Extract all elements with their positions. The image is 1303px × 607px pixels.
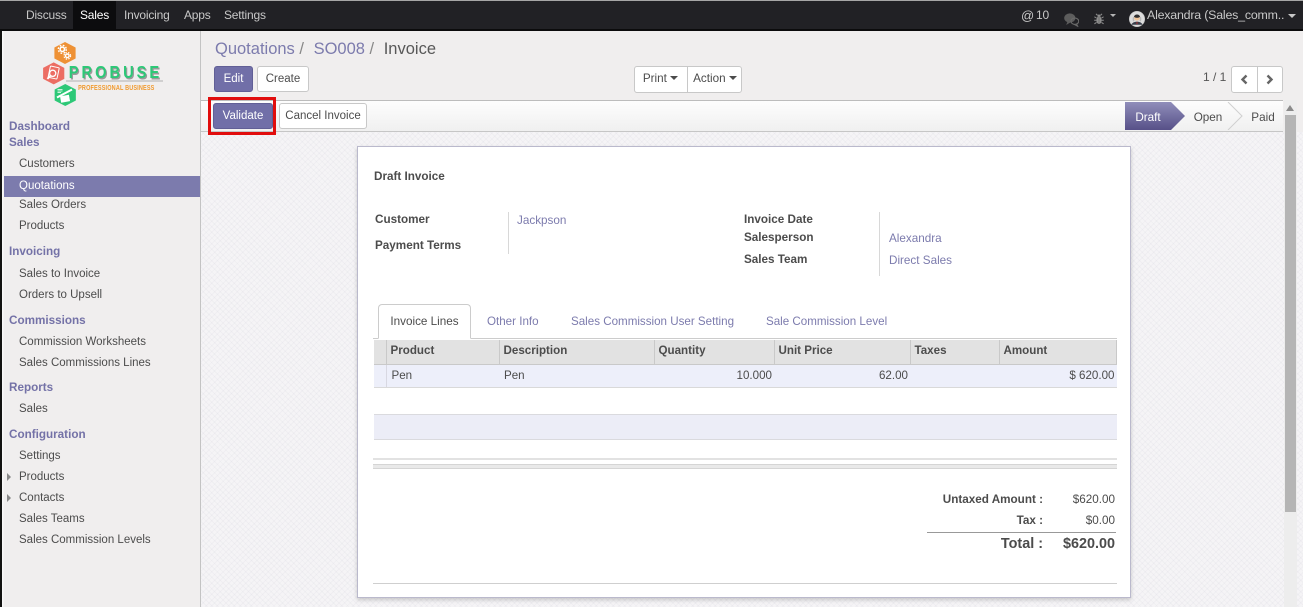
svg-text:Open: Open <box>1194 111 1223 124</box>
svg-text:Paid: Paid <box>1251 111 1274 124</box>
svg-text:Draft: Draft <box>1135 111 1161 124</box>
svg-text:PROBUSE: PROBUSE <box>69 63 163 82</box>
svg-text:PROFESSIONAL BUSINESS: PROFESSIONAL BUSINESS <box>78 84 154 92</box>
